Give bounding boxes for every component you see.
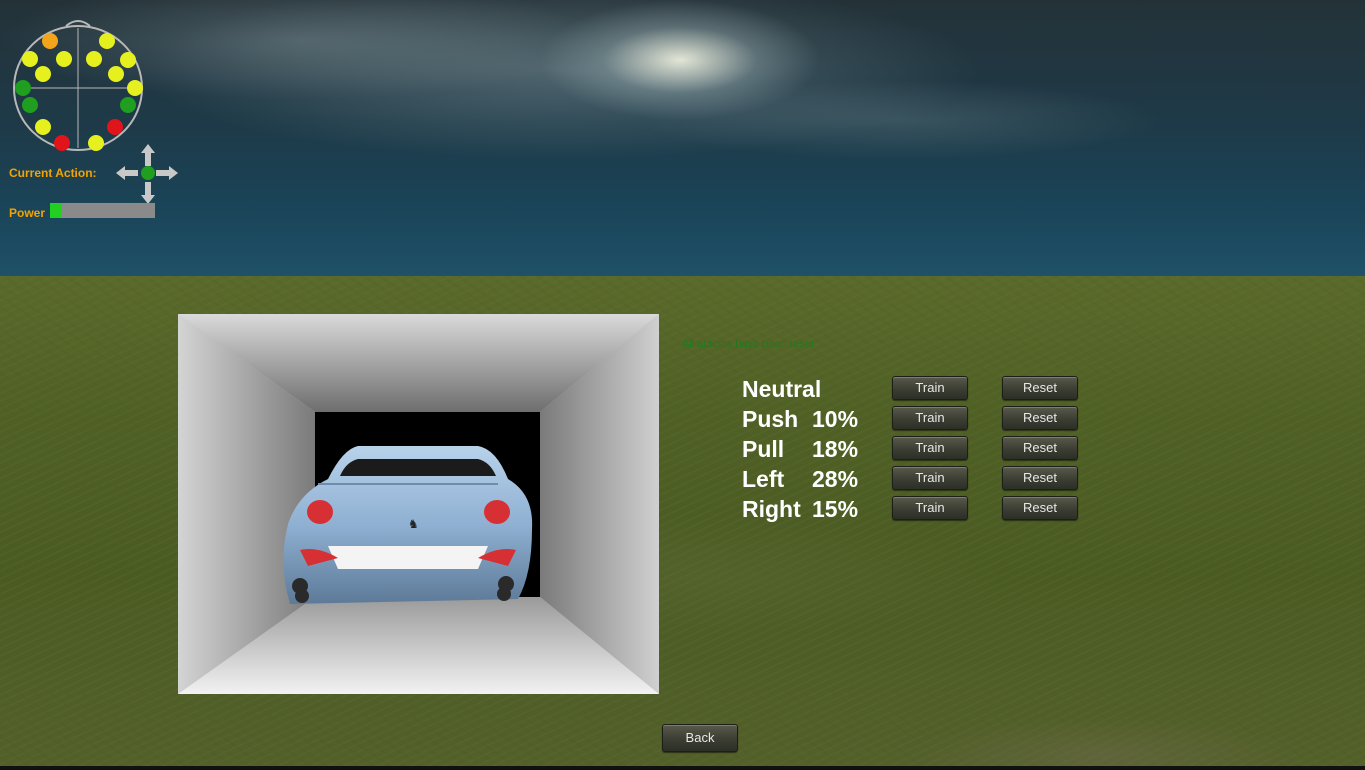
status-message: All actions have been reset bbox=[682, 338, 815, 350]
reset-left-button[interactable]: Reset bbox=[1002, 466, 1078, 490]
train-neutral-button[interactable]: Train bbox=[892, 376, 968, 400]
train-left-button[interactable]: Train bbox=[892, 466, 968, 490]
action-name: Pull bbox=[742, 436, 785, 462]
car-preview-viewport: ♞ bbox=[178, 314, 659, 694]
action-name: Right bbox=[742, 496, 801, 522]
action-percent: 10% bbox=[812, 406, 859, 432]
action-row-push: Push 10% Train Reset bbox=[742, 404, 1082, 434]
action-name: Neutral bbox=[742, 376, 822, 402]
train-push-button[interactable]: Train bbox=[892, 406, 968, 430]
train-right-button[interactable]: Train bbox=[892, 496, 968, 520]
action-row-left: Left 28% Train Reset bbox=[742, 464, 1082, 494]
reset-right-button[interactable]: Reset bbox=[1002, 496, 1078, 520]
action-percent: 18% bbox=[812, 436, 859, 462]
power-label: Power bbox=[9, 206, 46, 220]
svg-text:♞: ♞ bbox=[408, 517, 419, 531]
action-row-right: Right 15% Train Reset bbox=[742, 494, 1082, 524]
headset-sensor-map-icon bbox=[10, 16, 150, 156]
action-percent: 28% bbox=[812, 466, 859, 492]
current-action-label: Current Action: bbox=[9, 166, 97, 180]
action-name: Push bbox=[742, 406, 799, 432]
reset-push-button[interactable]: Reset bbox=[1002, 406, 1078, 430]
action-name: Left bbox=[742, 466, 785, 492]
power-bar bbox=[50, 203, 155, 218]
reset-neutral-button[interactable]: Reset bbox=[1002, 376, 1078, 400]
bottom-edge bbox=[0, 766, 1365, 770]
back-button[interactable]: Back bbox=[662, 724, 738, 752]
power-bar-fill bbox=[50, 203, 61, 218]
action-percent: 15% bbox=[812, 496, 859, 522]
action-row-pull: Pull 18% Train Reset bbox=[742, 434, 1082, 464]
action-row-neutral: Neutral Train Reset bbox=[742, 374, 1082, 404]
train-pull-button[interactable]: Train bbox=[892, 436, 968, 460]
sky-background bbox=[0, 0, 1365, 276]
reset-pull-button[interactable]: Reset bbox=[1002, 436, 1078, 460]
direction-arrows-icon bbox=[114, 142, 180, 206]
